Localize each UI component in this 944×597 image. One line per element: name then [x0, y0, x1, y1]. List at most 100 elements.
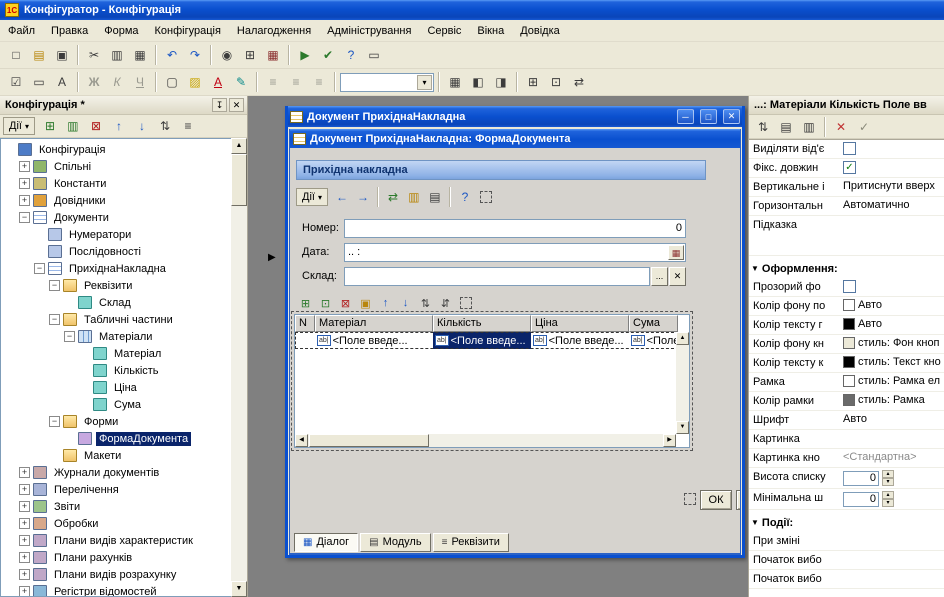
tree-item[interactable]: + Плани видів характеристик — [1, 532, 231, 549]
calculator-icon[interactable]: ⊞ — [239, 45, 261, 66]
calendar-icon[interactable]: ▦ — [262, 45, 284, 66]
help-icon[interactable]: ? — [340, 45, 362, 66]
menu-item[interactable]: Довідка — [512, 22, 568, 40]
monitor-icon[interactable]: ▭ — [363, 45, 385, 66]
choose-button[interactable]: ... — [651, 266, 668, 286]
tree-item[interactable]: − Табличні частини — [1, 311, 231, 328]
button-control-icon[interactable]: ▭ — [28, 72, 50, 93]
title-bar[interactable]: 1С Конфігуратор - Конфігурація — [0, 0, 944, 20]
sort-asc-icon[interactable]: ⇅ — [416, 295, 435, 312]
list-view-icon[interactable]: ▥ — [798, 116, 820, 137]
align-right-icon[interactable]: ≡ — [308, 72, 330, 93]
tabular-section-control[interactable]: N Матеріал Кількість Ціна Сума ab| <Поле введ… — [291, 311, 693, 451]
property-checkbox[interactable] — [843, 142, 856, 155]
expander-icon[interactable]: + — [19, 484, 30, 495]
expander-icon[interactable]: + — [19, 586, 30, 596]
selection-frame-icon[interactable] — [476, 187, 496, 206]
menu-item[interactable]: Форма — [96, 22, 146, 40]
expander-icon[interactable]: + — [19, 569, 30, 580]
menu-item[interactable]: Адміністрування — [319, 22, 419, 40]
expander-icon[interactable]: + — [19, 518, 30, 529]
tree-item[interactable]: Конфігурація — [1, 141, 231, 158]
tree-item[interactable]: ФормаДокумента — [1, 430, 231, 447]
move-up-icon[interactable]: ↑ — [376, 295, 395, 312]
spin-down-icon[interactable]: ▾ — [882, 478, 894, 486]
number-input[interactable]: 0 — [344, 218, 686, 238]
menu-item[interactable]: Файл — [0, 22, 43, 40]
scrollbar-thumb[interactable] — [309, 434, 429, 447]
save-icon[interactable]: ▣ — [51, 45, 73, 66]
delete-row-icon[interactable]: ⊠ — [336, 295, 355, 312]
tab-реквізити[interactable]: ≡ Реквізити — [432, 532, 509, 552]
close-icon[interactable]: ✕ — [229, 98, 244, 112]
tree-item[interactable]: + Регістри відомостей — [1, 583, 231, 596]
table-column-header[interactable]: N — [295, 315, 315, 332]
form-designer-titlebar[interactable]: Документ ПрихіднаНакладна: ФормаДокумент… — [290, 129, 740, 148]
tab-order-icon[interactable]: ⇄ — [568, 72, 590, 93]
scroll-right-icon[interactable]: ▶ — [663, 434, 676, 447]
splitter-arrow-icon[interactable]: ▶ — [268, 252, 276, 263]
expander-icon[interactable]: + — [19, 195, 30, 206]
grid-icon[interactable]: ⊞ — [522, 72, 544, 93]
expander-icon[interactable]: − — [34, 263, 45, 274]
copy-item-icon[interactable]: ▥ — [62, 116, 84, 137]
scroll-up-icon[interactable]: ▲ — [231, 138, 247, 154]
menu-item[interactable]: Налагодження — [229, 22, 319, 40]
fill-color-icon[interactable]: ▨ — [184, 72, 206, 93]
font-color-icon[interactable]: A — [207, 72, 229, 93]
back-icon[interactable]: ← — [332, 187, 352, 206]
tree-item[interactable]: Нумератори — [1, 226, 231, 243]
pin-icon[interactable]: ↧ — [212, 98, 227, 112]
tree-item[interactable]: + Спільні — [1, 158, 231, 175]
hierarchy-icon[interactable]: ≡ — [177, 116, 199, 137]
expander-icon[interactable]: + — [19, 535, 30, 546]
write-button-partial[interactable]: З — [736, 490, 740, 510]
menu-item[interactable]: Вікна — [469, 22, 512, 40]
tree-item[interactable]: + Константи — [1, 175, 231, 192]
sort-desc-icon[interactable]: ⇵ — [436, 295, 455, 312]
menu-item[interactable]: Правка — [43, 22, 96, 40]
style-combobox[interactable]: ▾ — [340, 72, 434, 92]
reread-icon[interactable]: ⇄ — [383, 187, 403, 206]
expander-icon[interactable]: − — [49, 416, 60, 427]
paste-icon[interactable]: ▦ — [129, 45, 151, 66]
border-icon[interactable]: ▢ — [161, 72, 183, 93]
categories-icon[interactable]: ▤ — [775, 116, 797, 137]
tab-діалог[interactable]: ▦ Діалог — [294, 532, 359, 552]
group-icon[interactable]: ▦ — [444, 72, 466, 93]
close-icon[interactable]: ✕ — [723, 109, 740, 124]
table-cell[interactable]: ab| <Поле введе... — [531, 332, 629, 349]
expander-icon[interactable]: − — [19, 212, 30, 223]
calendar-button[interactable]: ▦ — [668, 244, 684, 260]
tree-item[interactable]: − Матеріали — [1, 328, 231, 345]
move-down-icon[interactable]: ↓ — [396, 295, 415, 312]
tree-item[interactable]: + Журнали документів — [1, 464, 231, 481]
tree-item[interactable]: Послідовності — [1, 243, 231, 260]
add-row-icon[interactable]: ⊞ — [296, 295, 315, 312]
undo-icon[interactable]: ↶ — [161, 45, 183, 66]
form-caption-bar[interactable]: Прихідна накладна — [296, 160, 706, 180]
dropdown-arrow-icon[interactable]: ▾ — [417, 74, 432, 90]
tree-item[interactable]: + Плани видів розрахунку — [1, 566, 231, 583]
table-column-header[interactable]: Кількість — [433, 315, 531, 332]
scroll-down-icon[interactable]: ▼ — [231, 581, 247, 597]
syntax-check-icon[interactable]: ✔ — [317, 45, 339, 66]
tree-item[interactable]: − Реквізити — [1, 277, 231, 294]
property-section[interactable]: ▼ Події: — [749, 513, 944, 532]
tree-item[interactable]: + Довідники — [1, 192, 231, 209]
add-icon[interactable]: ⊞ — [39, 116, 61, 137]
forward-icon[interactable]: → — [353, 187, 373, 206]
actions-menu-button[interactable]: Дії ▾ — [3, 117, 35, 135]
tree-item[interactable]: − ПрихіднаНакладна — [1, 260, 231, 277]
debug-icon[interactable]: ▶ — [294, 45, 316, 66]
property-spinner-value[interactable]: 0 — [843, 491, 879, 507]
minimize-icon[interactable]: ─ — [677, 109, 694, 124]
table-cell[interactable]: ab| <Поле — [629, 332, 678, 349]
scroll-down-icon[interactable]: ▼ — [676, 421, 689, 434]
tree-scrollbar[interactable]: ▲ ▼ — [231, 138, 247, 597]
table-row[interactable]: ab| <Поле введе... ab| <Поле введе... ab| <По… — [295, 332, 689, 349]
table-cell[interactable] — [295, 332, 315, 349]
scroll-up-icon[interactable]: ▲ — [676, 332, 689, 345]
tree-item[interactable]: Сума — [1, 396, 231, 413]
tree-item[interactable]: Склад — [1, 294, 231, 311]
